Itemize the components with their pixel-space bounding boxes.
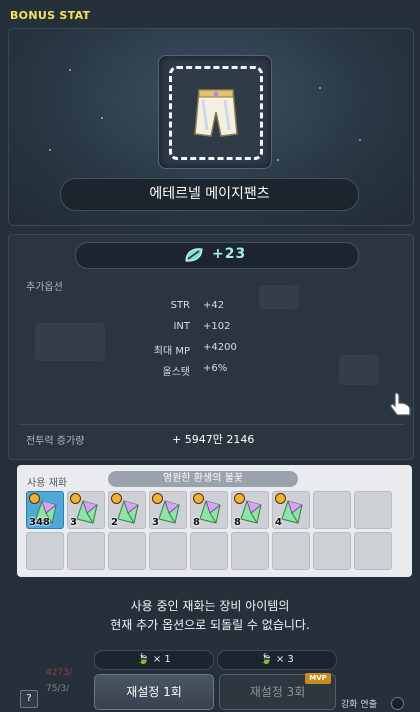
background-hp-text: 75/3/ [46,684,70,694]
material-slot[interactable] [272,532,310,570]
material-slot[interactable] [313,491,351,529]
material-count: 4 [275,517,282,528]
option-value: +4200 [203,342,237,353]
cost-reset3: 🍃 × 3 [217,650,337,670]
option-name: 최대 MP [153,346,190,357]
material-count: 3 [70,517,77,528]
option-name: STR [170,300,190,311]
flame-leaf-icon [185,248,203,262]
options-list: STR +42 INT +102 최대 MP +4200 올스탯 +6% [16,300,404,384]
option-value: +42 [203,300,225,311]
warning-line: 현재 추가 옵션으로 되돌릴 수 없습니다. [110,618,310,632]
material-slot[interactable]: 348 [26,491,64,529]
material-count: 2 [111,517,118,528]
option-name: 올스탯 [162,367,190,378]
clock-icon [70,493,81,504]
materials-label: 사용 재화 [27,478,67,489]
sparkle [101,117,103,119]
cost-reset1: 🍃 × 1 [94,650,214,670]
clock-icon [152,493,163,504]
clock-icon [193,493,204,504]
clock-icon [29,493,40,504]
sparkle [319,87,321,89]
material-slot[interactable] [149,532,187,570]
flame-leaf-icon: 🍃 [260,654,273,665]
warning-line: 사용 중인 재화는 장비 아이템의 [130,599,290,613]
material-slot[interactable]: 3 [67,491,105,529]
material-slot[interactable] [354,491,392,529]
material-slot[interactable]: 4 [272,491,310,529]
material-slot[interactable] [313,532,351,570]
warning-message: 사용 중인 재화는 장비 아이템의 현재 추가 옵션으로 되돌릴 수 없습니다. [0,597,420,635]
options-label: 추가옵션 [26,282,63,293]
reset-three-times-button[interactable]: 재설정 3회 MVP [219,673,336,710]
option-value: +6% [203,363,228,374]
mage-pants-icon [194,89,238,137]
material-count: 3 [152,517,159,528]
bonus-stat-window: BONUS STAT 에테르넬 메이지팬츠 +23 추가옵션 STR +42 I… [0,0,420,712]
clock-icon [111,493,122,504]
flame-leaf-icon: 🍃 [137,654,150,665]
sparkle [359,139,361,141]
option-row: 최대 MP +4200 [16,342,404,363]
combat-power-label: 전투력 증가량 [26,436,85,447]
clock-icon [275,493,286,504]
material-slot[interactable]: 3 [149,491,187,529]
combat-power-value: + 5947만 2146 [172,433,255,446]
option-row: INT +102 [16,321,404,342]
enhance-effect-label: 강화 연출 [341,700,377,710]
sparkle [49,149,51,151]
window-title: BONUS STAT [10,9,91,22]
sparkle [277,159,279,161]
option-name: INT [173,321,190,332]
sparkle [69,69,71,71]
flame-score-value: +23 [212,246,247,262]
option-row: STR +42 [16,300,404,321]
background-hp-text: 4273/ [46,668,72,678]
option-value: +102 [203,321,231,332]
selected-material-name: 영원한 환생의 불꽃 [108,471,298,487]
material-slot[interactable] [26,532,64,570]
material-count: 8 [193,517,200,528]
material-slot[interactable]: 8 [190,491,228,529]
material-slot[interactable] [231,532,269,570]
material-slot[interactable] [190,532,228,570]
material-count: 348 [29,517,50,528]
item-name: 에테르넬 메이지팬츠 [60,178,359,211]
reset-three-times-label: 재설정 3회 [249,685,306,699]
material-slot[interactable] [354,532,392,570]
material-slot[interactable] [108,532,146,570]
combat-power-row: 전투력 증가량 + 5947만 2146 [18,424,404,449]
material-slot[interactable] [67,532,105,570]
help-button[interactable]: ? [20,690,38,708]
option-row: 올스탯 +6% [16,363,404,384]
material-count: 8 [234,517,241,528]
item-slot[interactable] [158,55,272,169]
clock-icon [234,493,245,504]
hand-cursor-icon [390,392,411,416]
reset-once-button[interactable]: 재설정 1회 [94,674,214,710]
cost-text: × 3 [275,654,294,665]
material-slot[interactable]: 8 [231,491,269,529]
cost-text: × 1 [152,654,171,665]
material-slot[interactable]: 2 [108,491,146,529]
mvp-badge: MVP [305,673,331,684]
enhance-effect-toggle[interactable] [391,697,404,710]
